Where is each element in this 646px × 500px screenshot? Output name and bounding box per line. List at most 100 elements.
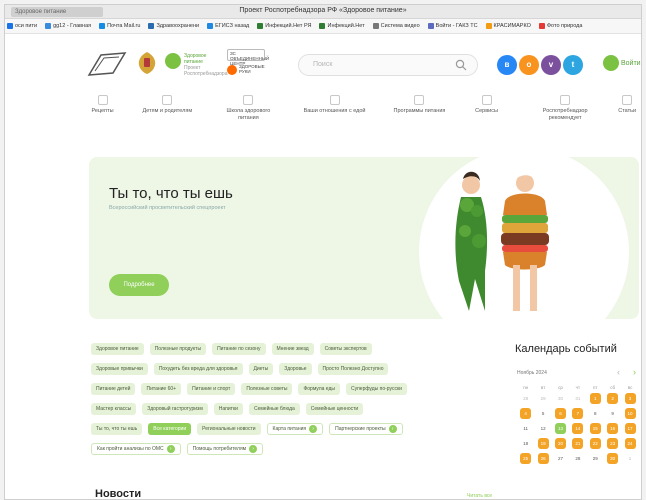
nav-item[interactable]: Роспотребнадзор рекомендует <box>531 95 599 135</box>
tag-chip[interactable]: Похудеть без вреда для здоровья <box>153 363 243 375</box>
calendar-day[interactable]: 28 <box>517 393 534 404</box>
calendar-day[interactable]: 10 <box>621 408 638 419</box>
nav-item[interactable]: Школа здорового питания <box>223 95 275 135</box>
calendar-day[interactable]: 31 <box>569 393 586 404</box>
tag-chip[interactable]: Ты то, что ты ешь <box>91 423 143 435</box>
calendar-day[interactable]: 21 <box>569 438 586 449</box>
nav-item[interactable]: Программы питания <box>391 95 448 135</box>
calendar-day[interactable]: 17 <box>621 423 638 434</box>
bookmark-item[interactable]: Инфекций.Нет РЯ <box>257 23 311 29</box>
calendar-day[interactable]: 2 <box>604 393 621 404</box>
tag-chip[interactable]: Карта питания › <box>266 423 324 435</box>
calendar-day[interactable]: 18 <box>517 438 534 449</box>
news-all-link[interactable]: Читать все <box>467 493 492 499</box>
calendar-day[interactable]: 6 <box>552 408 569 419</box>
brand-logo[interactable]: Здоровое питание Проект Роспотребнадзора <box>165 51 227 77</box>
calendar-day[interactable]: 4 <box>517 408 534 419</box>
chevron-left-icon[interactable]: ‹ <box>617 367 620 377</box>
bookmark-item[interactable]: Система видео <box>372 23 420 29</box>
chevron-right-icon[interactable]: › <box>633 367 636 377</box>
bookmark-item[interactable]: Войти - ГАКЗ ТС <box>427 23 478 29</box>
partner-badge-1[interactable]: ЗС ОБЪЕДИНЕННЫЙ ЦЕНТР <box>227 49 269 66</box>
tag-chip[interactable]: Мнение звезд <box>271 343 314 355</box>
calendar-day[interactable]: 7 <box>569 408 586 419</box>
calendar-day[interactable]: 15 <box>587 423 604 434</box>
tag-chip[interactable]: Здоровый гастротуризм <box>142 403 208 415</box>
tag-chip[interactable]: Семейные блюда <box>248 403 300 415</box>
nav-item[interactable]: Сервисы <box>468 95 505 135</box>
tag-chip[interactable]: Как пройти анализы по ОМС › <box>91 443 181 455</box>
tag-chip[interactable]: Формула еды <box>298 383 340 395</box>
site-logo[interactable] <box>87 49 127 79</box>
calendar-day[interactable]: 19 <box>534 438 551 449</box>
tag-chip[interactable]: Просто Полезно Доступно <box>317 363 389 375</box>
bookmark-item[interactable]: gg12 - Главная <box>45 23 91 29</box>
tag-chip[interactable]: Питание 60+ <box>141 383 182 395</box>
calendar-day[interactable]: 30 <box>604 453 621 464</box>
calendar-day[interactable]: 27 <box>552 453 569 464</box>
calendar-day[interactable]: 28 <box>569 453 586 464</box>
bookmark-item[interactable]: Инфекций.Нет <box>319 23 365 29</box>
tag-chip[interactable]: Суперфуды по-русски <box>345 383 407 395</box>
viber-icon[interactable]: v <box>541 55 561 75</box>
bookmark-item[interactable]: Почта Mail.ru <box>99 23 140 29</box>
tag-chip[interactable]: Питание и спорт <box>187 383 236 395</box>
partner-badge-2[interactable]: ЗДОРОВЫЕ РУКИ <box>227 64 265 76</box>
tag-chip[interactable]: Здоровые привычки <box>91 363 148 375</box>
tag-chip[interactable]: Полезные продукты <box>149 343 207 355</box>
tag-chip[interactable]: Здоровье <box>279 363 312 375</box>
tag-chip[interactable]: Здоровое питание <box>91 343 144 355</box>
bookmark-item[interactable]: оси пити <box>7 23 37 29</box>
calendar-day[interactable]: 12 <box>534 423 551 434</box>
bookmark-item[interactable]: ЕГИСЗ назад <box>207 23 249 29</box>
login-button[interactable]: Войти <box>603 55 641 71</box>
calendar-day[interactable]: 20 <box>552 438 569 449</box>
bookmark-item[interactable]: Фото природа <box>538 23 582 29</box>
tag-chip[interactable]: Партнерские проекты › <box>329 423 403 435</box>
tag-chip[interactable]: Семейные ценности <box>305 403 364 415</box>
tag-chip[interactable]: Полезные советы <box>241 383 293 395</box>
calendar-day[interactable]: 13 <box>552 423 569 434</box>
tag-chip[interactable]: Напитки <box>213 403 243 415</box>
calendar-day[interactable]: 1 <box>587 393 604 404</box>
tag-chip[interactable]: Все категории <box>148 423 192 435</box>
calendar-day[interactable]: 14 <box>569 423 586 434</box>
calendar-day[interactable]: 5 <box>534 408 551 419</box>
tag-chip[interactable]: Региональные новости <box>197 423 261 435</box>
search-input[interactable]: Поиск <box>313 61 332 68</box>
tag-row: Питание детей Питание 60+ Питание и спорт П… <box>91 383 487 395</box>
calendar-day[interactable]: 9 <box>604 408 621 419</box>
ok-icon[interactable]: о <box>519 55 539 75</box>
search-icon[interactable] <box>455 59 467 71</box>
telegram-icon[interactable]: t <box>563 55 583 75</box>
tag-chip[interactable]: Питание детей <box>91 383 136 395</box>
calendar-day[interactable]: 25 <box>517 453 534 464</box>
bookmark-item[interactable]: Здравоохранени <box>148 23 199 29</box>
calendar-day[interactable]: 8 <box>587 408 604 419</box>
calendar-month[interactable]: Ноябрь 2024 <box>517 370 547 376</box>
nav-item[interactable]: Статьи <box>613 95 641 135</box>
calendar-day[interactable]: 16 <box>604 423 621 434</box>
calendar-day[interactable]: 3 <box>621 393 638 404</box>
calendar-day[interactable]: 22 <box>587 438 604 449</box>
vk-icon[interactable]: в <box>497 55 517 75</box>
hero-more-button[interactable]: Подробнее <box>109 274 169 296</box>
calendar-day[interactable]: 11 <box>517 423 534 434</box>
calendar-day[interactable]: 1 <box>621 453 638 464</box>
bookmark-item[interactable]: КРАСИМАРКО <box>485 23 531 29</box>
search-box[interactable]: Поиск <box>298 54 478 76</box>
calendar-day[interactable]: 24 <box>621 438 638 449</box>
tag-chip[interactable]: Диеты <box>248 363 274 375</box>
tag-chip[interactable]: Помощь потребителям › <box>186 443 264 455</box>
tag-chip[interactable]: Мастер классы <box>91 403 137 415</box>
nav-item[interactable]: Рецепты <box>85 95 120 135</box>
calendar-day[interactable]: 29 <box>534 393 551 404</box>
calendar-day[interactable]: 23 <box>604 438 621 449</box>
calendar-day[interactable]: 30 <box>552 393 569 404</box>
nav-item[interactable]: Детям и родителям <box>134 95 200 135</box>
calendar-day[interactable]: 26 <box>534 453 551 464</box>
tag-chip[interactable]: Питание по сезону <box>212 343 266 355</box>
tag-chip[interactable]: Советы экспертов <box>319 343 372 355</box>
calendar-day[interactable]: 29 <box>587 453 604 464</box>
nav-item[interactable]: Ваши отношения с едой <box>302 95 367 135</box>
